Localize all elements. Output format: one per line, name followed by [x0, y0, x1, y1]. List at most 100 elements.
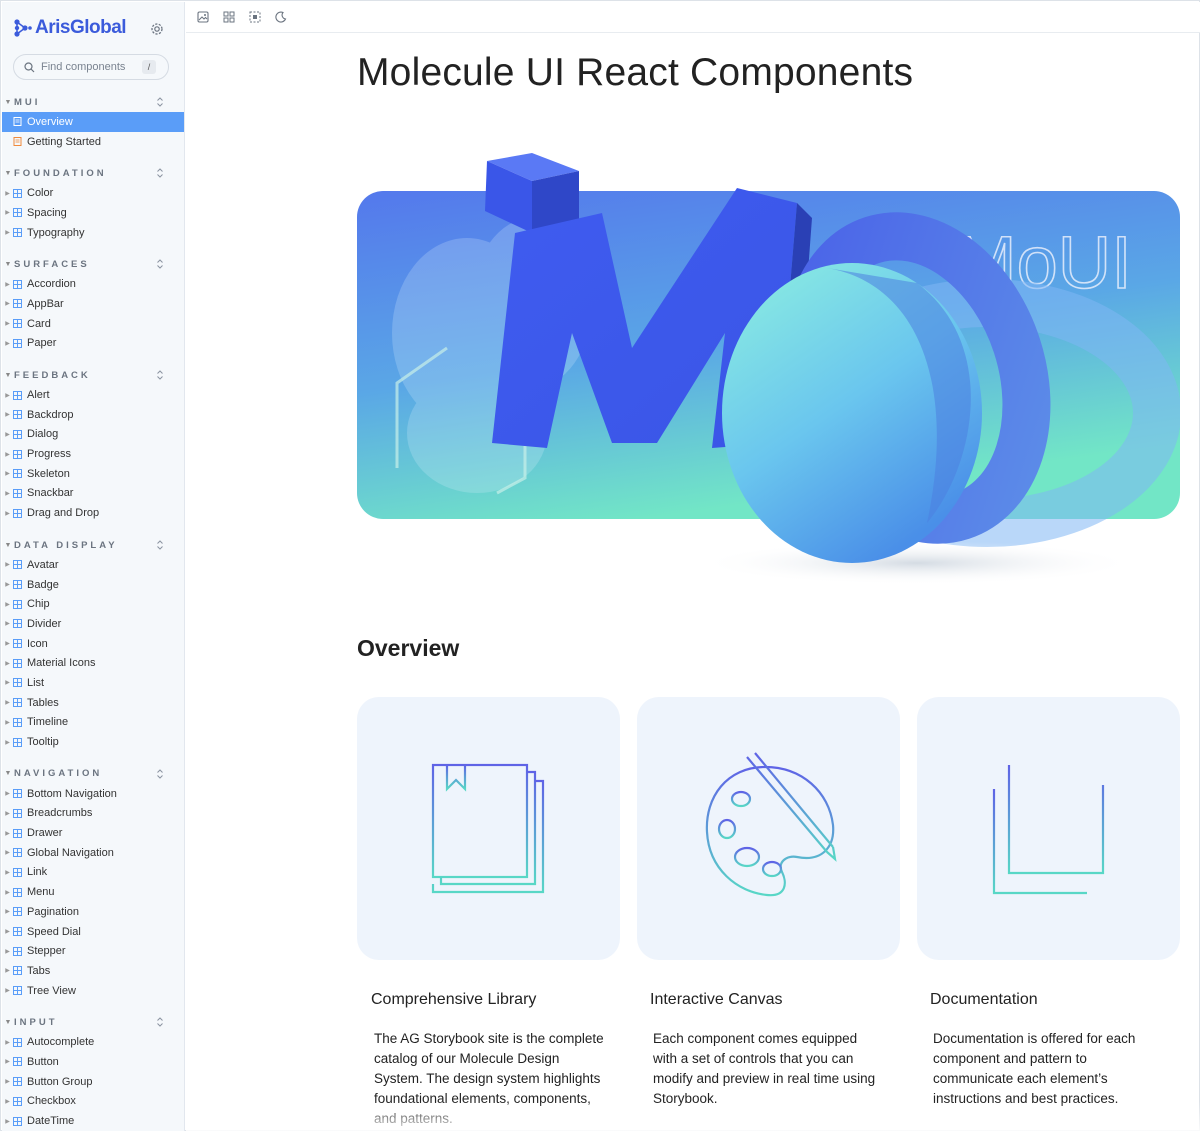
- section-title: SURFACES: [14, 258, 90, 270]
- sidebar-item-label: Overview: [27, 115, 73, 128]
- sidebar-item-label: Bottom Navigation: [27, 787, 117, 800]
- chevron-down-icon: ▼: [4, 260, 12, 268]
- sidebar-item-speed-dial[interactable]: ▶ Speed Dial: [2, 922, 184, 942]
- outline-icon[interactable]: [249, 11, 261, 23]
- component-icon: [13, 789, 22, 799]
- sidebar-item-label: Dialog: [27, 428, 59, 441]
- sidebar-item-label: Snackbar: [27, 487, 74, 500]
- chevron-right-icon: ▶: [5, 490, 10, 497]
- sidebar-item-pagination[interactable]: ▶ Pagination: [2, 902, 184, 922]
- expand-collapse-icon[interactable]: [154, 768, 166, 780]
- component-icon: [13, 678, 22, 688]
- sidebar-item-appbar[interactable]: ▶ AppBar: [2, 294, 184, 314]
- sidebar-item-material-icons[interactable]: ▶ Material Icons: [2, 653, 184, 673]
- component-icon: [13, 560, 22, 570]
- sidebar-item-global-navigation[interactable]: ▶ Global Navigation: [2, 843, 184, 863]
- palette-icon: [705, 752, 837, 897]
- sidebar-item-snackbar[interactable]: ▶ Snackbar: [2, 484, 184, 504]
- sidebar-item-tables[interactable]: ▶ Tables: [2, 693, 184, 713]
- section-header-input[interactable]: ▼ INPUT: [2, 1012, 184, 1032]
- expand-collapse-icon[interactable]: [154, 167, 166, 179]
- chevron-right-icon: ▶: [5, 621, 10, 628]
- sidebar-item-stepper[interactable]: ▶ Stepper: [2, 941, 184, 961]
- chevron-right-icon: ▶: [5, 1059, 10, 1066]
- chevron-right-icon: ▶: [5, 1118, 10, 1125]
- expand-collapse-icon[interactable]: [154, 258, 166, 270]
- sidebar-item-drag-and-drop[interactable]: ▶ Drag and Drop: [2, 503, 184, 523]
- card-text-canvas: Each component comes equipped with a set…: [653, 1031, 876, 1106]
- sidebar-item-label: Progress: [27, 448, 72, 461]
- chevron-right-icon: ▶: [5, 281, 10, 288]
- sidebar-item-badge[interactable]: ▶ Badge: [2, 575, 184, 595]
- expand-collapse-icon[interactable]: [154, 539, 166, 551]
- brand-name: ArisGlobal: [35, 17, 127, 38]
- expand-collapse-icon[interactable]: [154, 369, 166, 381]
- sidebar-item-label: Skeleton: [27, 467, 70, 480]
- component-icon: [13, 508, 22, 518]
- chevron-right-icon: ▶: [5, 471, 10, 478]
- grid-icon[interactable]: [223, 11, 235, 23]
- sidebar-item-chip[interactable]: ▶ Chip: [2, 594, 184, 614]
- sidebar-item-menu[interactable]: ▶ Menu: [2, 882, 184, 902]
- expand-collapse-icon[interactable]: [154, 96, 166, 108]
- sidebar-item-icon[interactable]: ▶ Icon: [2, 634, 184, 654]
- gear-icon[interactable]: [148, 20, 166, 38]
- sidebar-item-card[interactable]: ▶ Card: [2, 314, 184, 334]
- section-header-foundation[interactable]: ▼ FOUNDATION: [2, 163, 184, 183]
- sidebar-item-autocomplete[interactable]: ▶ Autocomplete: [2, 1032, 184, 1052]
- sidebar-item-tree-view[interactable]: ▶ Tree View: [2, 981, 184, 1001]
- sidebar-item-backdrop[interactable]: ▶ Backdrop: [2, 405, 184, 425]
- sidebar-item-spacing[interactable]: ▶ Spacing: [2, 203, 184, 223]
- section-header-navigation[interactable]: ▼ NAVIGATION: [2, 764, 184, 784]
- sidebar-item-color[interactable]: ▶ Color: [2, 183, 184, 203]
- sidebar-item-datetime[interactable]: ▶ DateTime: [2, 1111, 184, 1131]
- sidebar-item-typography[interactable]: ▶ Typography: [2, 223, 184, 243]
- sidebar-item-label: Global Navigation: [27, 846, 114, 859]
- sidebar-item-paper[interactable]: ▶ Paper: [2, 334, 184, 354]
- sidebar-item-overview[interactable]: Overview: [2, 112, 184, 132]
- expand-collapse-icon[interactable]: [154, 1016, 166, 1028]
- sidebar-item-breadcrumbs[interactable]: ▶ Breadcrumbs: [2, 804, 184, 824]
- component-icon: [13, 279, 22, 289]
- sidebar-item-getting-started[interactable]: Getting Started: [2, 132, 184, 152]
- component-icon: [13, 319, 22, 329]
- sidebar-item-alert[interactable]: ▶ Alert: [2, 385, 184, 405]
- sidebar-item-list[interactable]: ▶ List: [2, 673, 184, 693]
- sidebar-item-dialog[interactable]: ▶ Dialog: [2, 425, 184, 445]
- image-icon[interactable]: [197, 11, 209, 23]
- component-icon: [13, 887, 22, 897]
- sidebar-item-tabs[interactable]: ▶ Tabs: [2, 961, 184, 981]
- sidebar-item-timeline[interactable]: ▶ Timeline: [2, 713, 184, 733]
- sidebar-item-drawer[interactable]: ▶ Drawer: [2, 823, 184, 843]
- section-header-feedback[interactable]: ▼ FEEDBACK: [2, 365, 184, 385]
- sidebar-item-progress[interactable]: ▶ Progress: [2, 444, 184, 464]
- search-input[interactable]: [41, 61, 141, 73]
- chevron-right-icon: ▶: [5, 230, 10, 237]
- moon-icon[interactable]: [275, 11, 287, 23]
- sidebar-item-link[interactable]: ▶ Link: [2, 863, 184, 883]
- section-title: FEEDBACK: [14, 369, 91, 381]
- sidebar-item-label: Color: [27, 187, 54, 200]
- section-header-surfaces[interactable]: ▼ SURFACES: [2, 254, 184, 274]
- sidebar-item-skeleton[interactable]: ▶ Skeleton: [2, 464, 184, 484]
- sidebar-item-checkbox[interactable]: ▶ Checkbox: [2, 1092, 184, 1112]
- chevron-right-icon: ▶: [5, 988, 10, 995]
- sidebar-item-label: Speed Dial: [27, 925, 81, 938]
- search-field[interactable]: /: [13, 54, 169, 80]
- section-header-mui[interactable]: ▼ MUI: [2, 92, 184, 112]
- sidebar-item-label: Paper: [27, 337, 57, 350]
- book-icon: [431, 763, 545, 894]
- sidebar-item-button-group[interactable]: ▶ Button Group: [2, 1072, 184, 1092]
- sidebar-item-avatar[interactable]: ▶ Avatar: [2, 555, 184, 575]
- sidebar-item-tooltip[interactable]: ▶ Tooltip: [2, 732, 184, 752]
- chevron-right-icon: ▶: [5, 210, 10, 217]
- sidebar-item-divider[interactable]: ▶ Divider: [2, 614, 184, 634]
- sidebar-item-button[interactable]: ▶ Button: [2, 1052, 184, 1072]
- sidebar-item-bottom-navigation[interactable]: ▶ Bottom Navigation: [2, 784, 184, 804]
- component-icon: [13, 966, 22, 976]
- component-icon: [13, 1096, 22, 1106]
- component-icon: [13, 228, 22, 238]
- sidebar-item-accordion[interactable]: ▶ Accordion: [2, 274, 184, 294]
- component-icon: [13, 848, 22, 858]
- section-header-data-display[interactable]: ▼ DATA DISPLAY: [2, 535, 184, 555]
